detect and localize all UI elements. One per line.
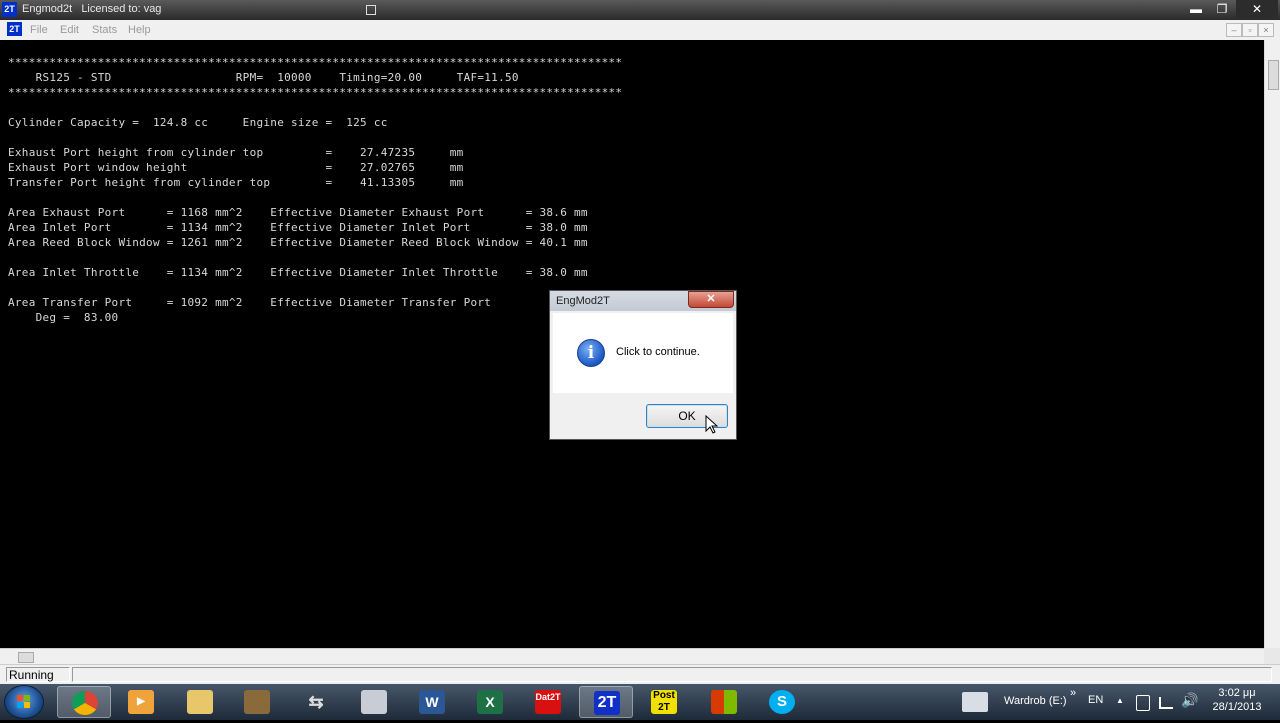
menu-bar: 2T File Edit Stats Help – ▫ × <box>0 20 1280 40</box>
dat2t-icon: Dat2T <box>535 690 561 714</box>
taskbar-dat2t[interactable]: Dat2T <box>521 686 575 718</box>
taskbar-calculator[interactable] <box>347 686 401 718</box>
dialog-title: EngMod2T <box>556 295 610 307</box>
skype-icon: S <box>769 690 795 714</box>
taskbar-post2t[interactable]: Post 2T <box>637 686 691 718</box>
taskbar-chrome[interactable] <box>57 686 111 718</box>
document-icon[interactable]: 2T <box>7 22 22 36</box>
console-text: ****************************************… <box>8 56 623 324</box>
toolbar-chevron[interactable]: » <box>1070 687 1076 699</box>
minimize-button[interactable]: ▬ <box>1183 0 1209 18</box>
tray-arrow-icon[interactable]: ▲ <box>1116 696 1124 705</box>
taskbar-media-player[interactable]: ▶ <box>114 686 168 718</box>
clock-time: 3:02 μμ <box>1218 687 1256 699</box>
arrows-icon: ⇆ <box>308 692 324 712</box>
windows-logo-icon <box>17 695 30 708</box>
network-icon[interactable] <box>1159 697 1173 709</box>
post2t-icon: Post 2T <box>651 690 677 714</box>
engmod2t-icon: 2T <box>594 691 620 715</box>
taskbar-file-explorer[interactable] <box>173 686 227 718</box>
dialog-message: Click to continue. <box>616 346 700 358</box>
start-button[interactable] <box>4 685 44 719</box>
menu-stats[interactable]: Stats <box>92 24 117 36</box>
menu-edit[interactable]: Edit <box>60 24 79 36</box>
close-button[interactable]: ✕ <box>1236 0 1278 18</box>
status-bar: Running <box>0 664 1280 684</box>
menu-file[interactable]: File <box>30 24 48 36</box>
taskbar-app-tool[interactable] <box>230 686 284 718</box>
dialog-body: i Click to continue. <box>553 313 733 393</box>
horizontal-scrollbar[interactable] <box>0 648 1264 664</box>
taskbar-skype[interactable]: S <box>755 686 809 718</box>
info-icon: i <box>577 339 605 367</box>
menu-help[interactable]: Help <box>128 24 151 36</box>
mdi-restore-button[interactable]: ▫ <box>1242 23 1258 37</box>
taskbar-office[interactable] <box>697 686 751 718</box>
scroll-thumb[interactable] <box>18 652 34 663</box>
app-icon[interactable]: 2T <box>2 2 17 17</box>
title-bar: 2T Engmod2t Licensed to: vag ▬ ❐ ✕ <box>0 0 1280 20</box>
taskbar-engmod2t[interactable]: 2T <box>579 686 633 718</box>
taskbar-word[interactable]: W <box>405 686 459 718</box>
dialog-close-button[interactable]: ✕ <box>688 291 734 308</box>
clock-date: 28/1/2013 <box>1212 701 1262 713</box>
pen-tablet-icon[interactable] <box>962 692 988 712</box>
scroll-thumb[interactable] <box>1268 60 1279 90</box>
maximize-button[interactable]: ❐ <box>1209 0 1235 18</box>
calculator-icon <box>361 690 387 714</box>
status-text: Running <box>6 667 70 682</box>
taskbar-excel[interactable]: X <box>463 686 517 718</box>
usb-icon[interactable] <box>1136 695 1150 711</box>
volume-icon[interactable]: 🔊 <box>1181 692 1198 709</box>
mdi-minimize-button[interactable]: – <box>1226 23 1242 37</box>
taskbar-app-arrows[interactable]: ⇆ <box>289 686 343 718</box>
toolbar-wardrob[interactable]: Wardrob (E:) <box>1004 695 1067 707</box>
folder-icon <box>187 690 213 714</box>
clock[interactable]: 3:02 μμ 28/1/2013 <box>1207 686 1267 714</box>
office-icon <box>711 690 737 714</box>
window-title: Engmod2t Licensed to: vag <box>22 3 162 15</box>
excel-icon: X <box>477 690 503 714</box>
vertical-scrollbar[interactable] <box>1264 40 1280 648</box>
taskbar: ▶ ⇆ W X Dat2T 2T Post 2T S Wardrob (E:) … <box>0 684 1280 720</box>
restore-icon <box>366 5 376 15</box>
tool-icon <box>244 690 270 714</box>
scroll-corner <box>1264 648 1280 664</box>
language-indicator[interactable]: EN <box>1088 694 1103 706</box>
mouse-cursor-icon <box>705 415 719 434</box>
mdi-close-button[interactable]: × <box>1258 23 1274 37</box>
media-player-icon: ▶ <box>128 690 154 714</box>
chrome-icon <box>72 691 98 715</box>
dialog-title-bar: EngMod2T ✕ <box>550 291 736 311</box>
word-icon: W <box>419 690 445 714</box>
status-panel <box>72 667 1272 682</box>
